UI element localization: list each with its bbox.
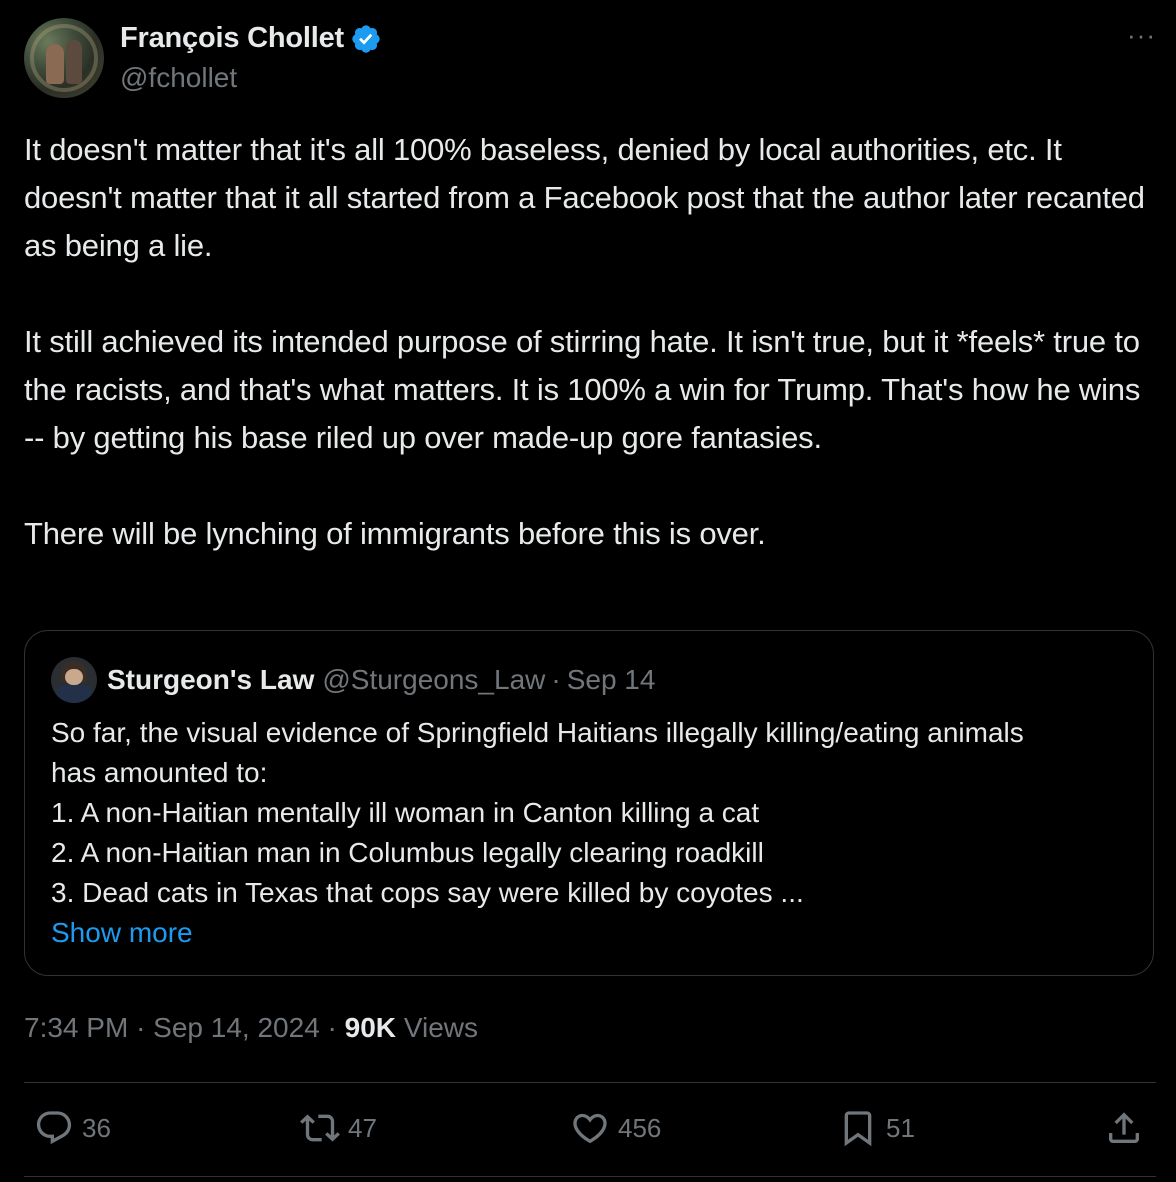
quoted-text-line: 3. Dead cats in Texas that cops say were… [51,877,804,908]
quoted-text-line: 2. A non-Haitian man in Columbus legally… [51,837,764,868]
like-count: 456 [618,1112,662,1143]
more-options-icon[interactable]: ··· [1127,20,1156,51]
repost-count: 47 [348,1112,377,1143]
bookmark-count: 51 [886,1112,915,1143]
author-name-row: François Chollet [120,22,382,55]
share-button[interactable] [1104,1108,1144,1148]
views-count: 90K [344,1012,397,1043]
bookmark-button[interactable]: 51 [838,1108,915,1148]
heart-icon [573,1113,607,1144]
action-bar: 36 47 456 51 [0,1108,1176,1158]
repost-icon [300,1114,340,1142]
quoted-tweet-card[interactable]: Sturgeon's Law @Sturgeons_Law · Sep 14 S… [24,630,1154,976]
quoted-text-line: So far, the visual evidence of Springfie… [51,717,1024,748]
views-label: Views [403,1012,478,1043]
verified-badge-icon [352,24,380,53]
reply-button[interactable]: 36 [34,1108,111,1148]
bookmark-icon [844,1111,872,1147]
tweet-meta: 7:34 PM · Sep 14, 2024 · 90K Views [24,1012,478,1044]
tweet-time[interactable]: 7:34 PM [24,1012,128,1043]
separator-dot: · [136,1012,146,1043]
quoted-tweet-header: Sturgeon's Law @Sturgeons_Law · Sep 14 [51,657,655,703]
quoted-author-handle: @Sturgeons_Law [322,664,546,695]
tweet-paragraph: It doesn't matter that it's all 100% bas… [24,132,1145,263]
reply-count: 36 [82,1112,111,1143]
tweet-date[interactable]: Sep 14, 2024 [153,1012,320,1043]
quoted-tweet-body: So far, the visual evidence of Springfie… [51,713,1141,953]
quoted-text-line: has amounted to: [51,757,268,788]
like-button[interactable]: 456 [570,1108,661,1148]
quoted-tweet-date: Sep 14 [566,664,656,695]
show-more-link[interactable]: Show more [51,913,1141,953]
tweet-body: It doesn't matter that it's all 100% bas… [24,126,1154,558]
quoted-text-line: 1. A non-Haitian mentally ill woman in C… [51,797,760,828]
divider [24,1082,1156,1083]
divider [24,1176,1156,1177]
quoted-author-avatar [51,657,97,703]
quoted-author-name: Sturgeon's Law [107,664,315,695]
separator-dot: · [551,664,561,695]
reply-icon [36,1111,72,1145]
author-display-name[interactable]: François Chollet [120,22,344,55]
repost-button[interactable]: 47 [300,1108,377,1148]
separator-dot: · [327,1012,337,1043]
author-avatar[interactable] [24,18,104,98]
tweet-paragraph: There will be lynching of immigrants bef… [24,516,766,551]
tweet-header: François Chollet @fchollet ··· [24,18,1156,100]
author-handle[interactable]: @fchollet [120,62,237,94]
share-icon [1109,1112,1139,1143]
tweet-paragraph: It still achieved its intended purpose o… [24,324,1141,455]
